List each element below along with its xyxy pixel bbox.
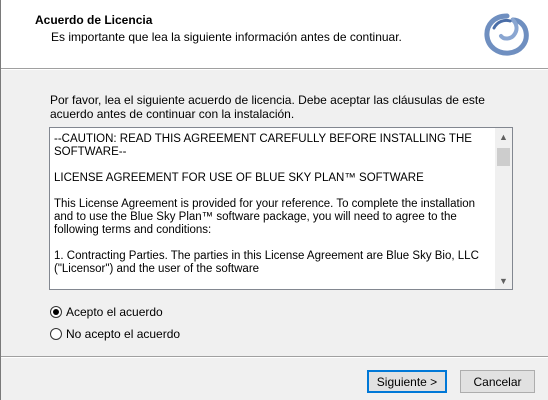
setup-logo-icon [484, 13, 529, 56]
vertical-scrollbar[interactable]: ▲ ▼ [495, 128, 512, 289]
accept-radio[interactable] [50, 306, 62, 318]
reject-radio[interactable] [50, 328, 62, 340]
license-text-box[interactable]: --CAUTION: READ THIS AGREEMENT CAREFULLY… [49, 127, 513, 290]
next-button[interactable]: Siguiente > [367, 370, 447, 393]
license-line: LICENSE AGREEMENT FOR USE OF BLUE SKY PL… [54, 172, 424, 184]
reject-label: No acepto el acuerdo [66, 327, 181, 341]
license-dialog: Acuerdo de Licencia Es importante que le… [0, 0, 548, 400]
header-divider [1, 68, 548, 70]
accept-label: Acepto el acuerdo [66, 305, 163, 319]
scroll-thumb[interactable] [497, 148, 510, 166]
page-subtitle: Es importante que lea la siguiente infor… [51, 30, 402, 44]
accept-option[interactable]: Acepto el acuerdo [50, 305, 163, 319]
license-line: --CAUTION: READ THIS AGREEMENT CAREFULLY… [54, 133, 472, 158]
license-line: 1. Contracting Parties. The parties in t… [54, 250, 479, 275]
license-line: This License Agreement is provided for y… [54, 198, 476, 236]
intro-text: Por favor, lea el siguiente acuerdo de l… [50, 93, 485, 121]
scroll-up-icon[interactable]: ▲ [495, 128, 512, 145]
page-title: Acuerdo de Licencia [35, 13, 153, 27]
footer-divider [1, 356, 548, 358]
scroll-down-icon[interactable]: ▼ [495, 272, 512, 289]
reject-option[interactable]: No acepto el acuerdo [50, 327, 180, 341]
license-content: --CAUTION: READ THIS AGREEMENT CAREFULLY… [54, 133, 488, 289]
wizard-header: Acuerdo de Licencia Es importante que le… [1, 0, 548, 68]
cancel-button[interactable]: Cancelar [460, 370, 535, 393]
